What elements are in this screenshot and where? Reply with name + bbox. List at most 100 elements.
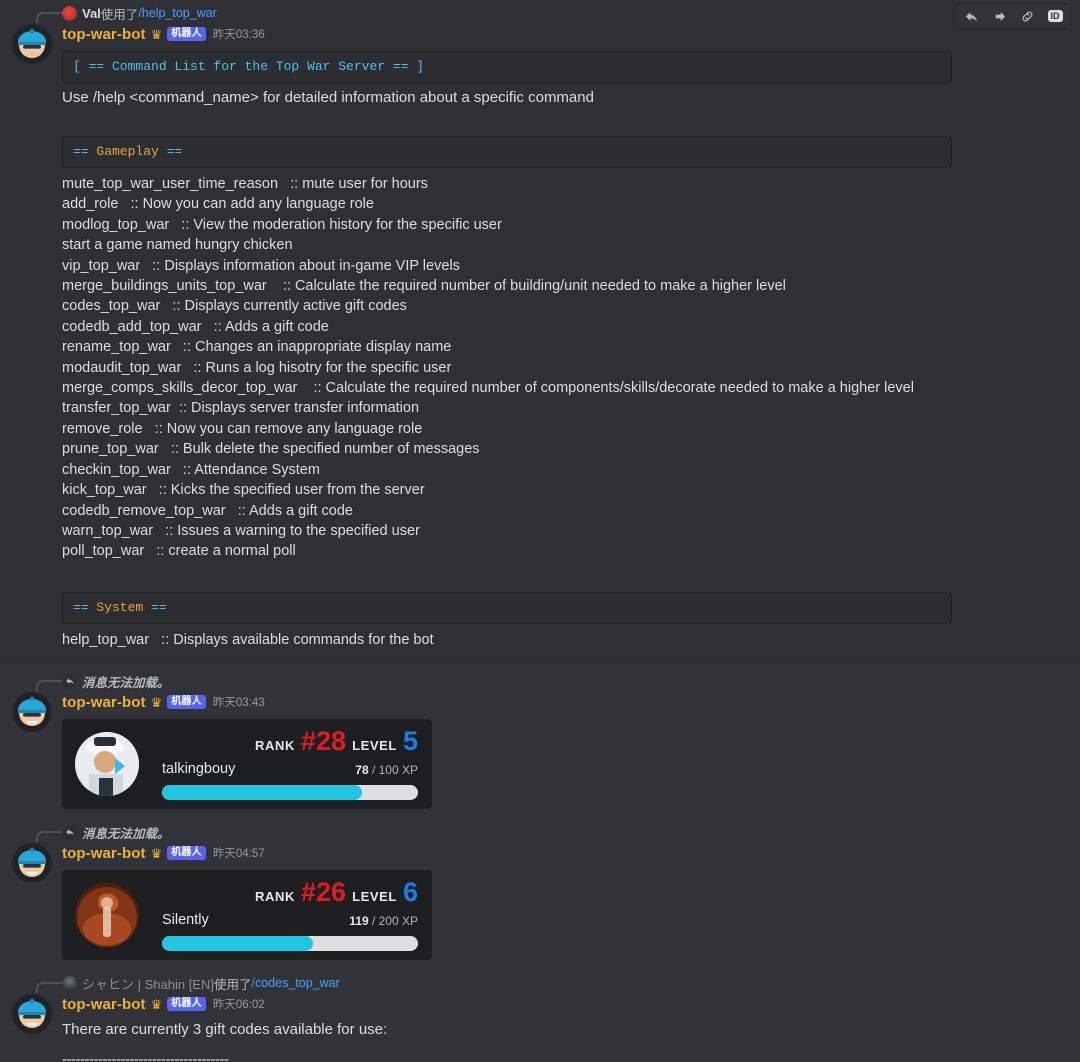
copy-id-button[interactable]: ID — [1041, 4, 1069, 28]
command-description: Displays currently active gift codes — [184, 298, 407, 315]
command-name: codedb_add_top_war — [62, 318, 202, 335]
copy-link-button[interactable] — [1013, 4, 1041, 28]
rank-label: RANK — [255, 889, 295, 905]
author-name[interactable]: top-war-bot — [62, 845, 146, 862]
reply-unloaded-text: 消息无法加载。 — [82, 675, 170, 690]
rank-card[interactable]: RANK #26 LEVEL 6 Silently 119 / 200 XP — [62, 870, 432, 961]
xp-counter: 119 / 200 XP — [349, 914, 418, 928]
author-name[interactable]: top-war-bot — [62, 694, 146, 711]
command-description: Displays available commands for the bot — [173, 631, 434, 648]
command-list-gameplay: mute_top_war_user_time_reason :: mute us… — [62, 174, 1064, 562]
command-separator: :: — [278, 176, 303, 192]
command-description: mute user for hours — [302, 176, 428, 192]
rank-label: RANK — [255, 738, 295, 754]
divider-line: ------------------------------------- — [62, 1051, 229, 1062]
command-row: prune_top_war :: Bulk delete the specifi… — [62, 439, 1064, 459]
crown-icon: ♛ — [150, 845, 163, 861]
command-description: Displays server transfer information — [190, 400, 420, 417]
command-name: mute_top_war_user_time_reason — [62, 176, 279, 192]
command-separator: :: — [181, 359, 206, 376]
rank-username: Silently — [162, 912, 209, 929]
command-name: codedb_remove_top_war — [62, 502, 226, 519]
command-row: modaudit_top_war :: Runs a log hisotry f… — [62, 358, 1064, 378]
command-description: Bulk delete the specified number of mess… — [182, 441, 480, 458]
timestamp: 昨天03:43 — [212, 697, 265, 710]
reply-reference-unloaded-2[interactable]: 消息无法加载。 — [0, 822, 1080, 843]
timestamp: 昨天06:02 — [212, 999, 265, 1012]
command-description: Kicks the specified user from the server — [170, 482, 425, 499]
command-row: codedb_add_top_war :: Adds a gift code — [62, 317, 1064, 337]
command-row: codedb_remove_top_war :: Adds a gift cod… — [62, 501, 1064, 521]
message-rank-2: top-war-bot ♛ 机器人 昨天04:57 RANK #26 LEVEL… — [0, 842, 1080, 961]
command-row: add_role :: Now you can add any language… — [62, 194, 1064, 214]
reply-author-name[interactable]: Val — [82, 6, 101, 21]
command-separator: :: — [160, 298, 185, 315]
command-name: add_role — [62, 196, 119, 213]
code-block-title: [ == Command List for the Top War Server… — [62, 51, 952, 83]
message-header: top-war-bot ♛ 机器人 昨天04:57 — [62, 842, 1064, 864]
rank-avatar — [75, 732, 139, 797]
command-separator: :: — [170, 339, 195, 356]
reply-unloaded-text: 消息无法加载。 — [82, 826, 170, 841]
command-name: codes_top_war — [62, 298, 161, 315]
command-separator: :: — [266, 278, 295, 295]
command-description: create a normal poll — [168, 543, 296, 560]
command-row: mute_top_war_user_time_reason :: mute us… — [62, 174, 1064, 194]
command-name: merge_buildings_units_top_war — [62, 278, 267, 295]
command-separator: :: — [169, 216, 194, 233]
section-suffix: == — [158, 144, 183, 159]
author-name[interactable]: top-war-bot — [62, 26, 146, 43]
command-description: Adds a gift code — [224, 318, 329, 335]
reply-reference-shahin[interactable]: シャヒン | Shahin [EN] 使用了 /codes_top_war — [0, 973, 1080, 994]
rank-level-row: RANK #26 LEVEL 6 — [255, 879, 418, 906]
command-row: codes_top_war :: Displays currently acti… — [62, 296, 1064, 316]
command-row: modlog_top_war :: View the moderation hi… — [62, 215, 1064, 235]
author-name[interactable]: top-war-bot — [62, 996, 146, 1013]
section-header-system: == System == — [62, 591, 952, 624]
reply-reference-unloaded-1[interactable]: 消息无法加载。 — [0, 671, 1080, 692]
command-name: help_top_war — [62, 631, 150, 648]
section-prefix: == — [73, 599, 97, 615]
message-group-rank-1: 消息无法加载。 top-war-bot ♛ 机器人 昨天03:43 RANK #… — [0, 660, 1080, 810]
forward-button[interactable] — [985, 4, 1013, 28]
command-separator: :: — [297, 380, 326, 397]
xp-progress-fill — [162, 936, 314, 952]
reply-button[interactable] — [957, 4, 985, 28]
command-separator: :: — [149, 631, 174, 648]
message-actions-toolbar[interactable]: ID — [954, 3, 1072, 29]
command-separator: :: — [201, 318, 225, 335]
command-row: rename_top_war :: Changes an inappropria… — [62, 337, 1064, 357]
reply-author-name[interactable]: シャヒン | Shahin [EN] — [82, 974, 214, 993]
command-description: Changes an inappropriate display name — [195, 339, 452, 356]
rank-card[interactable]: RANK #28 LEVEL 5 talkingbouy 78 / 100 XP — [62, 719, 432, 810]
xp-progress-track — [162, 936, 418, 952]
command-separator: :: — [170, 400, 191, 417]
reply-spine — [36, 12, 62, 23]
reply-spine — [36, 831, 62, 843]
avatar[interactable] — [12, 692, 52, 733]
avatar[interactable] — [12, 24, 52, 64]
reply-reference-val[interactable]: Val 使用了 /help_top_war — [0, 3, 1080, 23]
reply-verb: 使用了 — [100, 7, 139, 22]
copy-id-label: ID — [1047, 10, 1063, 22]
command-separator: :: — [140, 257, 165, 274]
command-name: poll_top_war — [62, 543, 145, 560]
command-name: start a game named hungry chicken — [62, 237, 293, 254]
command-description: Calculate the required number of compone… — [325, 380, 914, 397]
level-label: LEVEL — [352, 889, 397, 905]
command-row: poll_top_war :: create a normal poll — [62, 541, 1064, 561]
command-description: Issues a warning to the specified user — [177, 522, 420, 539]
timestamp: 昨天03:36 — [212, 29, 265, 41]
discord-message-view: ID Val 使用了 /help_top_war top-war-bot ♛ 机… — [0, 3, 1080, 1062]
message-header: top-war-bot ♛ 机器人 昨天03:43 — [62, 691, 1064, 713]
command-name: transfer_top_war — [62, 400, 171, 417]
reply-command-link[interactable]: /codes_top_war — [252, 976, 340, 990]
message-group-help: ID Val 使用了 /help_top_war top-war-bot ♛ 机… — [0, 3, 1080, 661]
avatar[interactable] — [12, 843, 52, 884]
command-separator: :: — [142, 420, 167, 437]
reply-command-link[interactable]: /help_top_war — [138, 6, 217, 20]
command-separator: :: — [153, 522, 178, 539]
section-name: Gameplay — [96, 144, 159, 159]
avatar[interactable] — [12, 994, 52, 1035]
command-row: checkin_top_war :: Attendance System — [62, 460, 1064, 480]
